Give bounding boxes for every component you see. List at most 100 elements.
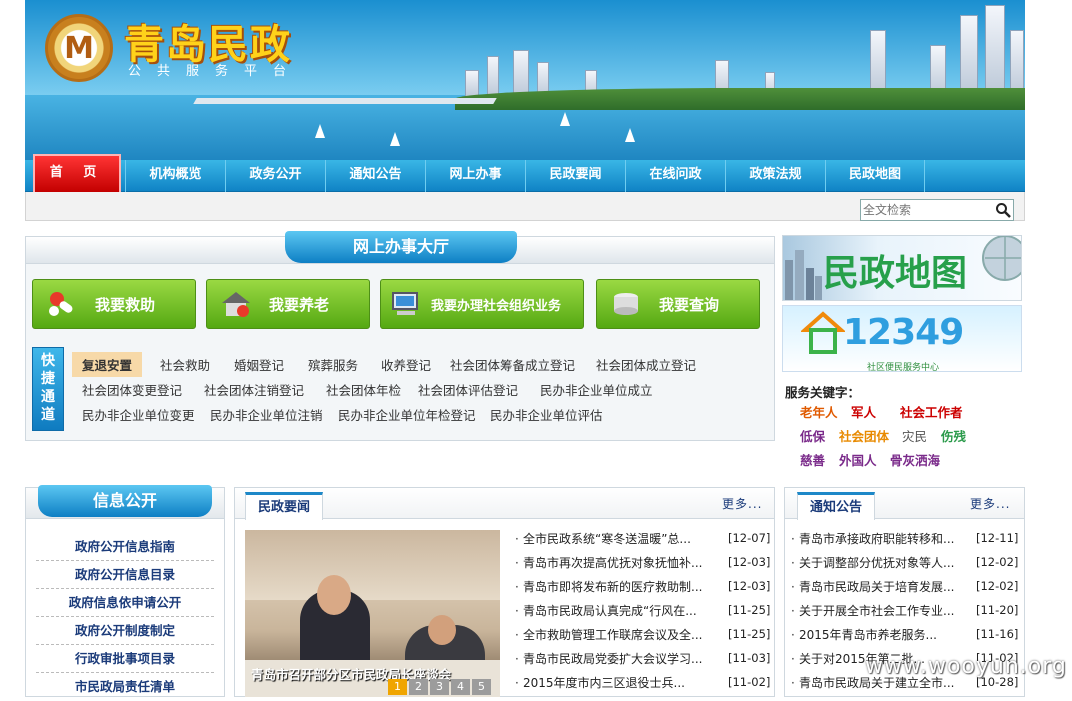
keyword-link[interactable]: 低保 <box>800 426 825 445</box>
social-org-button[interactable]: 我要办理社会组织业务 <box>380 279 584 329</box>
quick-link[interactable]: 社会团体筹备成立登记 <box>450 355 575 374</box>
quick-link[interactable]: 社会团体变更登记 <box>82 380 182 399</box>
quick-link[interactable]: 婚姻登记 <box>234 355 284 374</box>
query-button[interactable]: 我要查询 <box>596 279 760 329</box>
slide-page-button[interactable]: 5 <box>472 679 491 695</box>
info-link[interactable]: 政府公开信息指南 <box>36 534 214 561</box>
quick-link-veteran-placement[interactable]: 复退安置 <box>72 352 143 377</box>
civil-affairs-map-banner[interactable]: 民政地图 <box>782 235 1022 301</box>
notice-item-title: 关于调整部分优抚对象等人... <box>799 556 955 570</box>
hotline-subtitle: 社区便民服务中心 <box>866 363 939 372</box>
site-logo[interactable]: M <box>45 14 113 82</box>
nav-item-online-inquiry[interactable]: 在线问政 <box>625 160 725 192</box>
info-link[interactable]: 政府公开制度制定 <box>36 618 214 645</box>
quick-link[interactable]: 社会团体成立登记 <box>596 355 696 374</box>
tab-news[interactable]: 民政要闻 <box>245 492 323 520</box>
news-item-date: [12-03] <box>728 555 771 569</box>
tab-notices[interactable]: 通知公告 <box>797 492 875 520</box>
notice-more-link[interactable]: 更多... <box>970 495 1010 512</box>
computer-icon <box>392 292 418 315</box>
news-item-date: [11-02] <box>728 675 771 689</box>
info-link[interactable]: 政府公开信息目录 <box>36 562 214 589</box>
news-item-date: [11-25] <box>728 627 771 641</box>
bullet-icon: · <box>515 580 519 594</box>
quick-link[interactable]: 社会团体评估登记 <box>418 380 518 399</box>
nav-item-news[interactable]: 民政要闻 <box>525 160 625 192</box>
nav-item-map[interactable]: 民政地图 <box>825 160 925 192</box>
quick-link[interactable]: 民办非企业单位成立 <box>540 380 653 399</box>
notice-item[interactable]: · 2015年青岛市养老服务... <box>791 626 937 643</box>
news-more-link[interactable]: 更多... <box>722 495 762 512</box>
bullet-icon: · <box>515 604 519 618</box>
bullet-icon: · <box>791 676 795 690</box>
quick-link[interactable]: 民办非企业单位年检登记 <box>338 405 476 424</box>
rescue-button-label: 我要救助 <box>95 295 156 314</box>
slide-page-button[interactable]: 3 <box>430 679 449 695</box>
notice-item[interactable]: · 关于开展全市社会工作专业... <box>791 602 954 619</box>
elderly-care-button[interactable]: 我要养老 <box>206 279 370 329</box>
notice-item-date: [12-02] <box>976 579 1019 593</box>
bullet-icon: · <box>515 652 519 666</box>
sailboat-icon <box>560 112 570 126</box>
news-photo[interactable]: 青岛市召开部分区市民政局长座谈会 <box>245 530 500 697</box>
slide-page-button[interactable]: 2 <box>409 679 428 695</box>
quick-link[interactable]: 殡葬服务 <box>308 355 358 374</box>
bullet-icon: · <box>515 556 519 570</box>
house-icon <box>222 292 250 317</box>
bullet-icon: · <box>515 628 519 642</box>
bullet-icon: · <box>791 532 795 546</box>
news-item[interactable]: · 青岛市即将发布新的医疗救助制... <box>515 578 702 595</box>
nav-item-notices[interactable]: 通知公告 <box>325 160 425 192</box>
quick-link[interactable]: 社会团体年检 <box>326 380 401 399</box>
nav-item-home[interactable]: 首 页 <box>33 154 121 192</box>
keyword-link[interactable]: 伤残 <box>941 426 966 445</box>
news-item[interactable]: · 青岛市再次提高优抚对象抚恤补... <box>515 554 702 571</box>
slide-page-button[interactable]: 4 <box>451 679 470 695</box>
map-banner-title: 民政地图 <box>823 253 968 294</box>
quick-link[interactable]: 民办非企业单位变更 <box>82 405 195 424</box>
service-keywords-title: 服务关键字： <box>785 385 861 400</box>
notice-item[interactable]: · 关于调整部分优抚对象等人... <box>791 554 954 571</box>
notice-item[interactable]: · 青岛市民政局关于培育发展... <box>791 578 954 595</box>
keyword-link[interactable]: 灾民 <box>902 426 927 445</box>
sailboat-icon <box>625 128 635 142</box>
keyword-link[interactable]: 慈善 <box>800 450 825 469</box>
news-item[interactable]: · 青岛市民政局党委扩大会议学习... <box>515 650 702 667</box>
news-item-title: 全市救助管理工作联席会议及全... <box>523 628 703 642</box>
news-item[interactable]: · 全市救助管理工作联席会议及全... <box>515 626 702 643</box>
nav-item-gov-affairs[interactable]: 政务公开 <box>225 160 325 192</box>
news-item-title: 青岛市即将发布新的医疗救助制... <box>523 580 703 594</box>
news-item-date: [12-07] <box>728 531 771 545</box>
keyword-link[interactable]: 社会工作者 <box>900 402 963 421</box>
quick-link[interactable]: 社会团体注销登记 <box>204 380 304 399</box>
banner-building <box>985 5 1005 100</box>
keyword-link[interactable]: 骨灰洒海 <box>890 450 940 469</box>
banner-shore <box>455 88 1025 110</box>
quick-link[interactable]: 社会救助 <box>160 355 210 374</box>
news-item[interactable]: · 全市民政系统“寒冬送温暖”总... <box>515 530 691 547</box>
quick-link[interactable]: 民办非企业单位注销 <box>210 405 323 424</box>
keyword-link[interactable]: 社会团体 <box>839 426 889 445</box>
notice-item-date: [12-02] <box>976 555 1019 569</box>
slide-page-button[interactable]: 1 <box>388 679 407 695</box>
quick-link[interactable]: 民办非企业单位评估 <box>490 405 603 424</box>
hotline-12349-banner[interactable]: 12349 社区便民服务中心 <box>782 305 1022 372</box>
nav-item-policies[interactable]: 政策法规 <box>725 160 825 192</box>
nav-item-online-services[interactable]: 网上办事 <box>425 160 525 192</box>
info-disclosure-title: 信息公开 <box>38 485 212 517</box>
info-link[interactable]: 政府信息依申请公开 <box>36 590 214 617</box>
quick-link[interactable]: 收养登记 <box>381 355 431 374</box>
elderly-care-button-label: 我要养老 <box>269 295 330 314</box>
quick-access-label: 快捷通道 <box>41 353 55 423</box>
keyword-link[interactable]: 老年人 <box>800 402 838 421</box>
notice-item[interactable]: · 青岛市承接政府职能转移和... <box>791 530 954 547</box>
search-input[interactable] <box>861 200 991 220</box>
news-item[interactable]: · 2015年度市内三区退役士兵... <box>515 674 685 691</box>
rescue-button[interactable]: 我要救助 <box>32 279 196 329</box>
nav-item-org-overview[interactable]: 机构概览 <box>125 160 225 192</box>
info-link[interactable]: 行政审批事项目录 <box>36 646 214 673</box>
keyword-link[interactable]: 军人 <box>851 402 876 421</box>
keyword-link[interactable]: 外国人 <box>839 450 877 469</box>
search-icon[interactable] <box>995 202 1011 218</box>
news-item[interactable]: · 青岛市民政局认真完成“行风在... <box>515 602 697 619</box>
